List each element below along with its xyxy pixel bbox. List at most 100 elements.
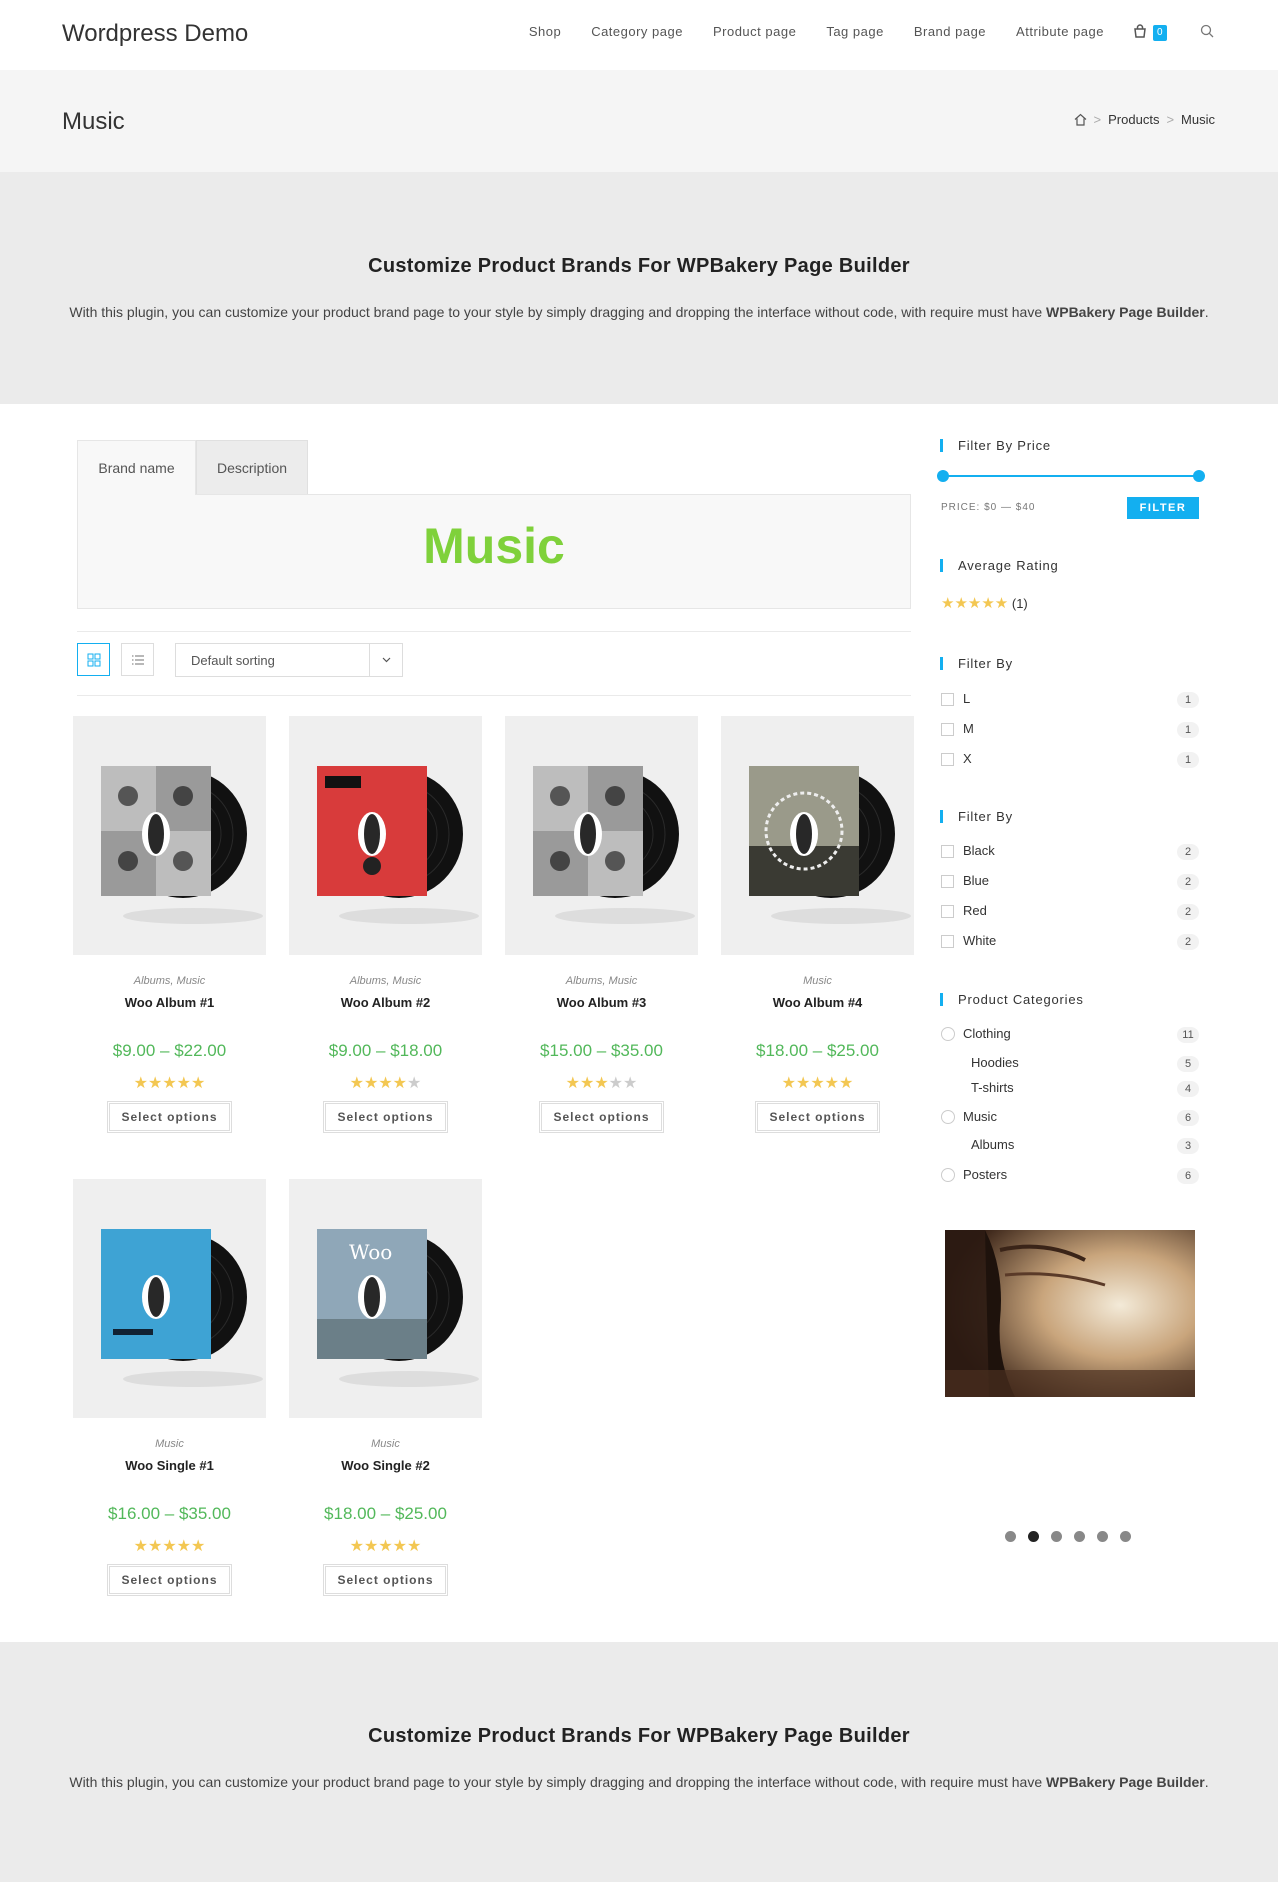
star-icon: ★ [392,1538,408,1555]
promo-banner-top: Customize Product Brands For WPBakery Pa… [0,172,1278,404]
category-item[interactable]: Music 6 [941,1109,1199,1129]
list-view-button[interactable] [121,643,154,676]
product-image[interactable] [289,716,482,955]
star-icon: ★ [608,1075,624,1092]
category-item[interactable]: Hoodies 5 [941,1055,1199,1075]
star-icon: ★ [795,1075,811,1092]
divider [77,695,911,696]
product-rating: ★★★★★ [289,1073,482,1092]
product-title[interactable]: Woo Single #1 [73,1458,266,1474]
select-options-button[interactable]: Select options [323,1101,448,1133]
list-icon [131,654,144,665]
sidebar-slider-image[interactable] [945,1230,1195,1397]
filter-item[interactable]: Black 2 [941,843,1199,863]
home-icon[interactable] [1074,113,1087,126]
category-item[interactable]: T-shirts 4 [941,1080,1199,1100]
radio-icon[interactable] [941,1110,955,1124]
product-categories[interactable]: Music [73,1438,266,1452]
site-header: Wordpress Demo Shop Category page Produc… [0,0,1278,70]
checkbox[interactable] [941,935,954,948]
star-icon: ★ [349,1538,364,1555]
checkbox[interactable] [941,905,954,918]
star-icon: ★ [407,1538,422,1555]
checkbox[interactable] [941,693,954,706]
price-slider-track[interactable] [943,475,1198,477]
star-icon: ★ [594,1075,609,1092]
site-logo[interactable]: Wordpress Demo [62,20,248,48]
product-categories[interactable]: Albums, Music [289,975,482,989]
cart-button[interactable]: 0 [1133,22,1173,46]
product-categories[interactable]: Albums, Music [73,975,266,989]
chevron-down-icon [369,644,402,676]
nav-attribute-page[interactable]: Attribute page [1016,24,1104,39]
filter-item[interactable]: Blue 2 [941,873,1199,893]
product-title[interactable]: Woo Single #2 [289,1458,482,1474]
checkbox[interactable] [941,753,954,766]
filter-label: X [963,751,972,766]
star-icon: ★ [191,1075,206,1092]
slider-dot[interactable] [1051,1531,1062,1542]
filter-button[interactable]: FILTER [1127,497,1199,519]
radio-icon[interactable] [941,1168,955,1182]
breadcrumb-products[interactable]: Products [1108,112,1159,127]
nav-product-page[interactable]: Product page [713,24,796,39]
nav-brand-page[interactable]: Brand page [914,24,986,39]
price-filter-title: Filter By Price [940,438,1051,453]
nav-tag-page[interactable]: Tag page [826,24,884,39]
search-icon[interactable] [1200,24,1214,38]
product-categories[interactable]: Music [289,1438,482,1452]
checkbox[interactable] [941,723,954,736]
page-title-bar: Music > Products > Music [0,70,1278,172]
product-image[interactable] [505,716,698,955]
select-options-button[interactable]: Select options [539,1101,664,1133]
product-image[interactable] [73,1179,266,1418]
select-options-button[interactable]: Select options [323,1564,448,1596]
filter-item[interactable]: M1 [941,721,1199,741]
filter-item[interactable]: Red 2 [941,903,1199,923]
select-options-button[interactable]: Select options [755,1101,880,1133]
filter-item[interactable]: L1 [941,691,1199,711]
slider-dot[interactable] [1005,1531,1016,1542]
price-slider-max-handle[interactable] [1193,470,1205,482]
nav-category-page[interactable]: Category page [591,24,683,39]
category-item[interactable]: Albums 3 [941,1137,1199,1157]
product-title[interactable]: Woo Album #2 [289,995,482,1011]
slider-dot[interactable] [1097,1531,1108,1542]
star-icon: ★ [824,1075,840,1092]
product-title[interactable]: Woo Album #3 [505,995,698,1011]
product-image[interactable]: Woo [289,1179,482,1418]
product-price: $18.00 – $25.00 [324,1504,447,1523]
star-rating: ★★★★★ [941,595,1009,612]
product-title[interactable]: Woo Album #4 [721,995,914,1011]
product-card: Albums, Music Woo Album #1 $9.00 – $22.00 ★… [73,716,266,1133]
slider-dot[interactable] [1028,1531,1039,1542]
product-categories[interactable]: Music [721,975,914,989]
grid-view-button[interactable] [77,643,110,676]
slider-dot[interactable] [1120,1531,1131,1542]
filter-item[interactable]: X1 [941,751,1199,771]
category-label: Hoodies [971,1055,1019,1070]
filter-label: L [963,691,971,706]
product-image[interactable] [73,716,266,955]
tab-brand-name[interactable]: Brand name [77,440,196,495]
product-categories[interactable]: Albums, Music [505,975,698,989]
star-icon: ★ [810,1075,825,1092]
product-price: $15.00 – $35.00 [540,1041,663,1060]
product-title[interactable]: Woo Album #1 [73,995,266,1011]
checkbox[interactable] [941,875,954,888]
product-image[interactable] [721,716,914,955]
category-item[interactable]: Posters 6 [941,1167,1199,1187]
slider-dot[interactable] [1074,1531,1085,1542]
rating-filter-item[interactable]: ★★★★★ (1) [941,594,1028,612]
sorting-select[interactable]: Default sorting [175,643,403,677]
radio-icon[interactable] [941,1027,955,1041]
select-options-button[interactable]: Select options [107,1564,232,1596]
nav-shop[interactable]: Shop [529,24,561,39]
filter-item[interactable]: White 2 [941,933,1199,953]
page-title: Music [62,108,125,135]
tab-description[interactable]: Description [196,440,308,495]
select-options-button[interactable]: Select options [107,1101,232,1133]
category-item[interactable]: Clothing 11 [941,1026,1199,1046]
checkbox[interactable] [941,845,954,858]
price-slider-min-handle[interactable] [937,470,949,482]
